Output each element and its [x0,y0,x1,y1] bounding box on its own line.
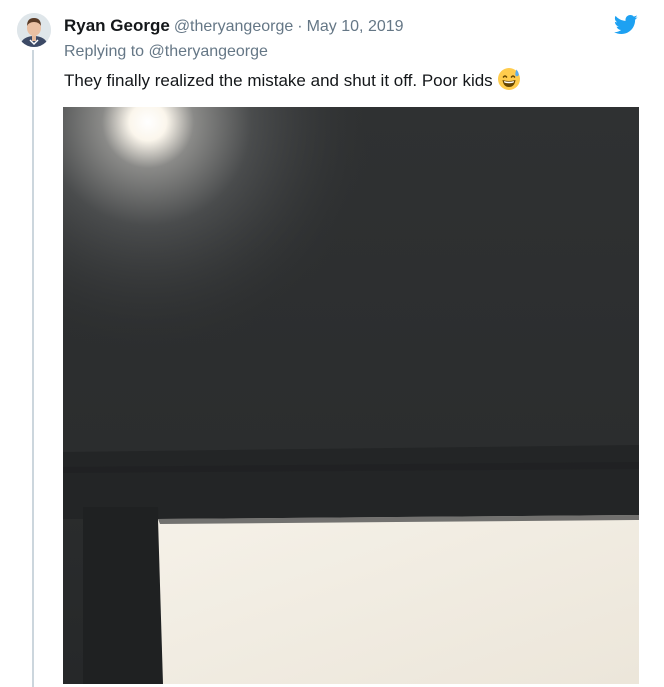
replying-prefix: Replying to [64,43,145,60]
tweet-date[interactable]: May 10, 2019 [307,18,404,35]
avatar[interactable] [17,13,51,47]
replying-mention-link[interactable]: @theryangeorge [149,43,268,60]
twitter-bird-icon[interactable] [613,14,638,36]
grinning-face-with-sweat-icon [497,67,521,91]
replying-to-line: Replying to @theryangeorge [64,41,268,63]
author-display-name[interactable]: Ryan George [64,16,170,35]
tweet-header: Ryan George @theryangeorge · May 10, 2019 [64,14,404,38]
thread-line [32,50,34,687]
tweet-text: They finally realized the mistake and sh… [64,67,521,95]
header-separator: · [297,18,303,35]
tweet-text-body: They finally realized the mistake and sh… [64,71,493,90]
tweet-photo[interactable] [63,107,639,684]
author-handle[interactable]: @theryangeorge [174,18,293,35]
